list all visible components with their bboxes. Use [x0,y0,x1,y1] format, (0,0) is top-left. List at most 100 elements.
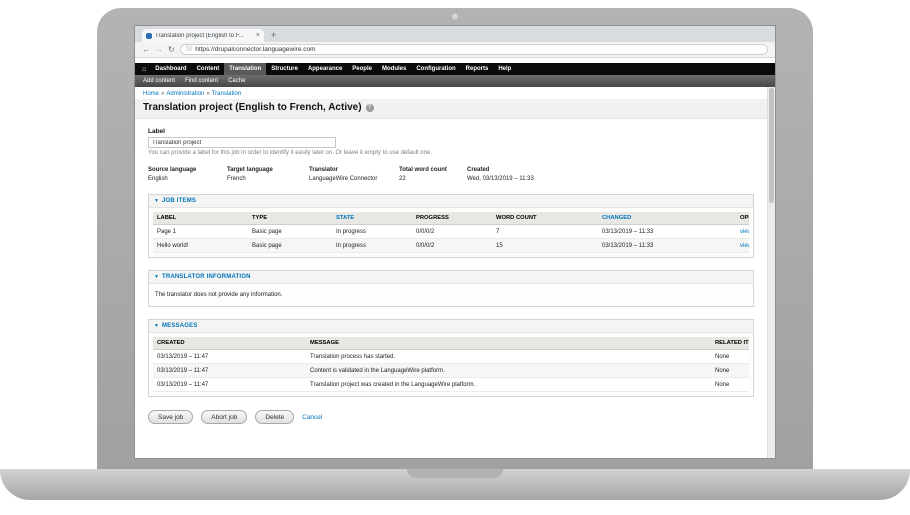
content: Label You can provide a label for this j… [135,119,767,424]
meta-translator: Translator LanguageWire Connector [309,167,399,182]
job-items-table: LABEL TYPE STATE PROGRESS WORD COUNT CHA… [153,212,749,253]
cell-created: 03/13/2019 – 11:47 [153,364,306,378]
meta-label: Total word count [399,167,467,173]
admin-item-reports[interactable]: Reports [461,63,494,75]
view-link[interactable]: view [740,243,749,249]
refresh-button[interactable]: ↻ [168,46,175,54]
admin-item-content[interactable]: Content [192,63,225,75]
table-row: Page 1 Basic page In progress 0/0/0/2 7 … [153,225,749,239]
header-type: TYPE [248,212,332,225]
label-help-text: You can provide a label for this job in … [148,150,754,156]
fieldset-messages-legend[interactable]: ▼ MESSAGES [149,320,753,333]
page-inner: Home»Administration»Translation Translat… [135,87,767,459]
webcam-dot-icon [452,13,459,20]
job-meta-row: Source language English Target language … [148,167,754,182]
shortcut-bar: Add content Find content Cache [135,75,775,87]
breadcrumb-item-administration[interactable]: Administration [166,91,204,97]
table-row: 03/13/2019 – 11:47 Translation project w… [153,378,749,392]
scrollbar-track[interactable] [767,87,775,459]
new-tab-button[interactable]: + [271,31,276,40]
device-base-notch [407,469,503,478]
cell-created: 03/13/2019 – 11:47 [153,350,306,364]
cell-progress: 0/0/0/2 [412,239,492,253]
cell-related-item: None [711,350,749,364]
header-created: CREATED [153,337,306,350]
legend-text: JOB ITEMS [162,198,196,204]
admin-item-dashboard[interactable]: Dashboard [150,63,191,75]
fieldset-body: CREATED MESSAGE RELATED ITEM 03/13/2019 … [149,333,753,396]
screen: Translation project (English to F... × +… [134,25,776,459]
meta-label: Created [467,167,754,173]
fieldset-messages: ▼ MESSAGES CREATED MESSAGE RELATED ITEM [148,319,754,397]
breadcrumb-separator: » [161,91,164,97]
help-icon[interactable]: ? [366,104,374,112]
device-frame: Translation project (English to F... × +… [97,8,813,469]
cell-created: 03/13/2019 – 11:47 [153,378,306,392]
url-bar[interactable]: ⓘ https://drupalconnector.languagewire.c… [180,44,768,55]
fieldset-job-items-legend[interactable]: ▼ JOB ITEMS [149,195,753,208]
meta-source-language: Source language English [148,167,227,182]
cell-changed: 03/13/2019 – 11:33 [598,225,736,239]
cell-changed: 03/13/2019 – 11:33 [598,239,736,253]
cell-operations: view [736,225,749,239]
admin-item-appearance[interactable]: Appearance [303,63,347,75]
header-changed-sort-link[interactable]: CHANGED [598,212,736,225]
header-related-item: RELATED ITEM [711,337,749,350]
header-progress: PROGRESS [412,212,492,225]
delete-button[interactable]: Delete [255,410,294,424]
collapse-arrow-icon: ▼ [154,324,159,329]
fieldset-translator-information-legend[interactable]: ▼ TRANSLATOR INFORMATION [149,271,753,284]
tab-title: Translation project (English to F... [155,33,253,39]
label-input[interactable] [148,137,336,148]
table-row: Hello world! Basic page In progress 0/0/… [153,239,749,253]
form-actions: Save job Abort job Delete Cancel [148,410,754,424]
cell-word-count: 15 [492,239,598,253]
admin-item-configuration[interactable]: Configuration [411,63,460,75]
cell-type: Basic page [248,225,332,239]
cell-related-item: None [711,378,749,392]
cell-label: Hello world! [153,239,248,253]
site-info-icon[interactable]: ⓘ [186,46,193,53]
table-header-row: CREATED MESSAGE RELATED ITEM [153,337,749,350]
page: Home»Administration»Translation Translat… [135,87,775,459]
header-word-count: WORD COUNT [492,212,598,225]
cell-related-item: None [711,364,749,378]
meta-total-word-count: Total word count 22 [399,167,467,182]
table-header-row: LABEL TYPE STATE PROGRESS WORD COUNT CHA… [153,212,749,225]
browser-tab[interactable]: Translation project (English to F... × [142,29,264,42]
cell-label: Page 1 [153,225,248,239]
legend-text: TRANSLATOR INFORMATION [162,274,251,280]
view-link[interactable]: view [740,229,749,235]
fieldset-translator-information: ▼ TRANSLATOR INFORMATION The translator … [148,270,754,307]
breadcrumb-item-home[interactable]: Home [143,91,159,97]
forward-button[interactable]: → [155,46,163,54]
header-label: LABEL [153,212,248,225]
home-icon[interactable]: ⌂ [138,63,150,75]
browser-tab-strip: Translation project (English to F... × + [135,26,775,42]
shortcut-find-content[interactable]: Find content [185,78,218,84]
meta-value: LanguageWire Connector [309,176,399,182]
scrollbar-thumb[interactable] [769,88,774,203]
cell-type: Basic page [248,239,332,253]
cell-message: Translation project was created in the L… [306,378,711,392]
abort-job-button[interactable]: Abort job [201,410,247,424]
admin-item-help[interactable]: Help [493,63,516,75]
cell-state: In progress [332,225,412,239]
shortcut-cache[interactable]: Cache [228,78,245,84]
breadcrumb-item-translation[interactable]: Translation [212,91,241,97]
save-job-button[interactable]: Save job [148,410,193,424]
breadcrumb-separator: » [206,91,209,97]
tab-close-icon[interactable]: × [256,32,260,39]
admin-item-translation[interactable]: Translation [224,63,266,75]
admin-item-structure[interactable]: Structure [266,63,303,75]
tab-favicon-icon [146,33,152,39]
admin-item-modules[interactable]: Modules [377,63,411,75]
header-state-sort-link[interactable]: STATE [332,212,412,225]
breadcrumb: Home»Administration»Translation [135,87,767,99]
admin-item-people[interactable]: People [347,63,377,75]
label-field-group: Label You can provide a label for this j… [148,128,754,156]
shortcut-add-content[interactable]: Add content [143,78,175,84]
cancel-link[interactable]: Cancel [302,414,322,421]
table-row: 03/13/2019 – 11:47 Translation process h… [153,350,749,364]
back-button[interactable]: ← [142,46,150,54]
